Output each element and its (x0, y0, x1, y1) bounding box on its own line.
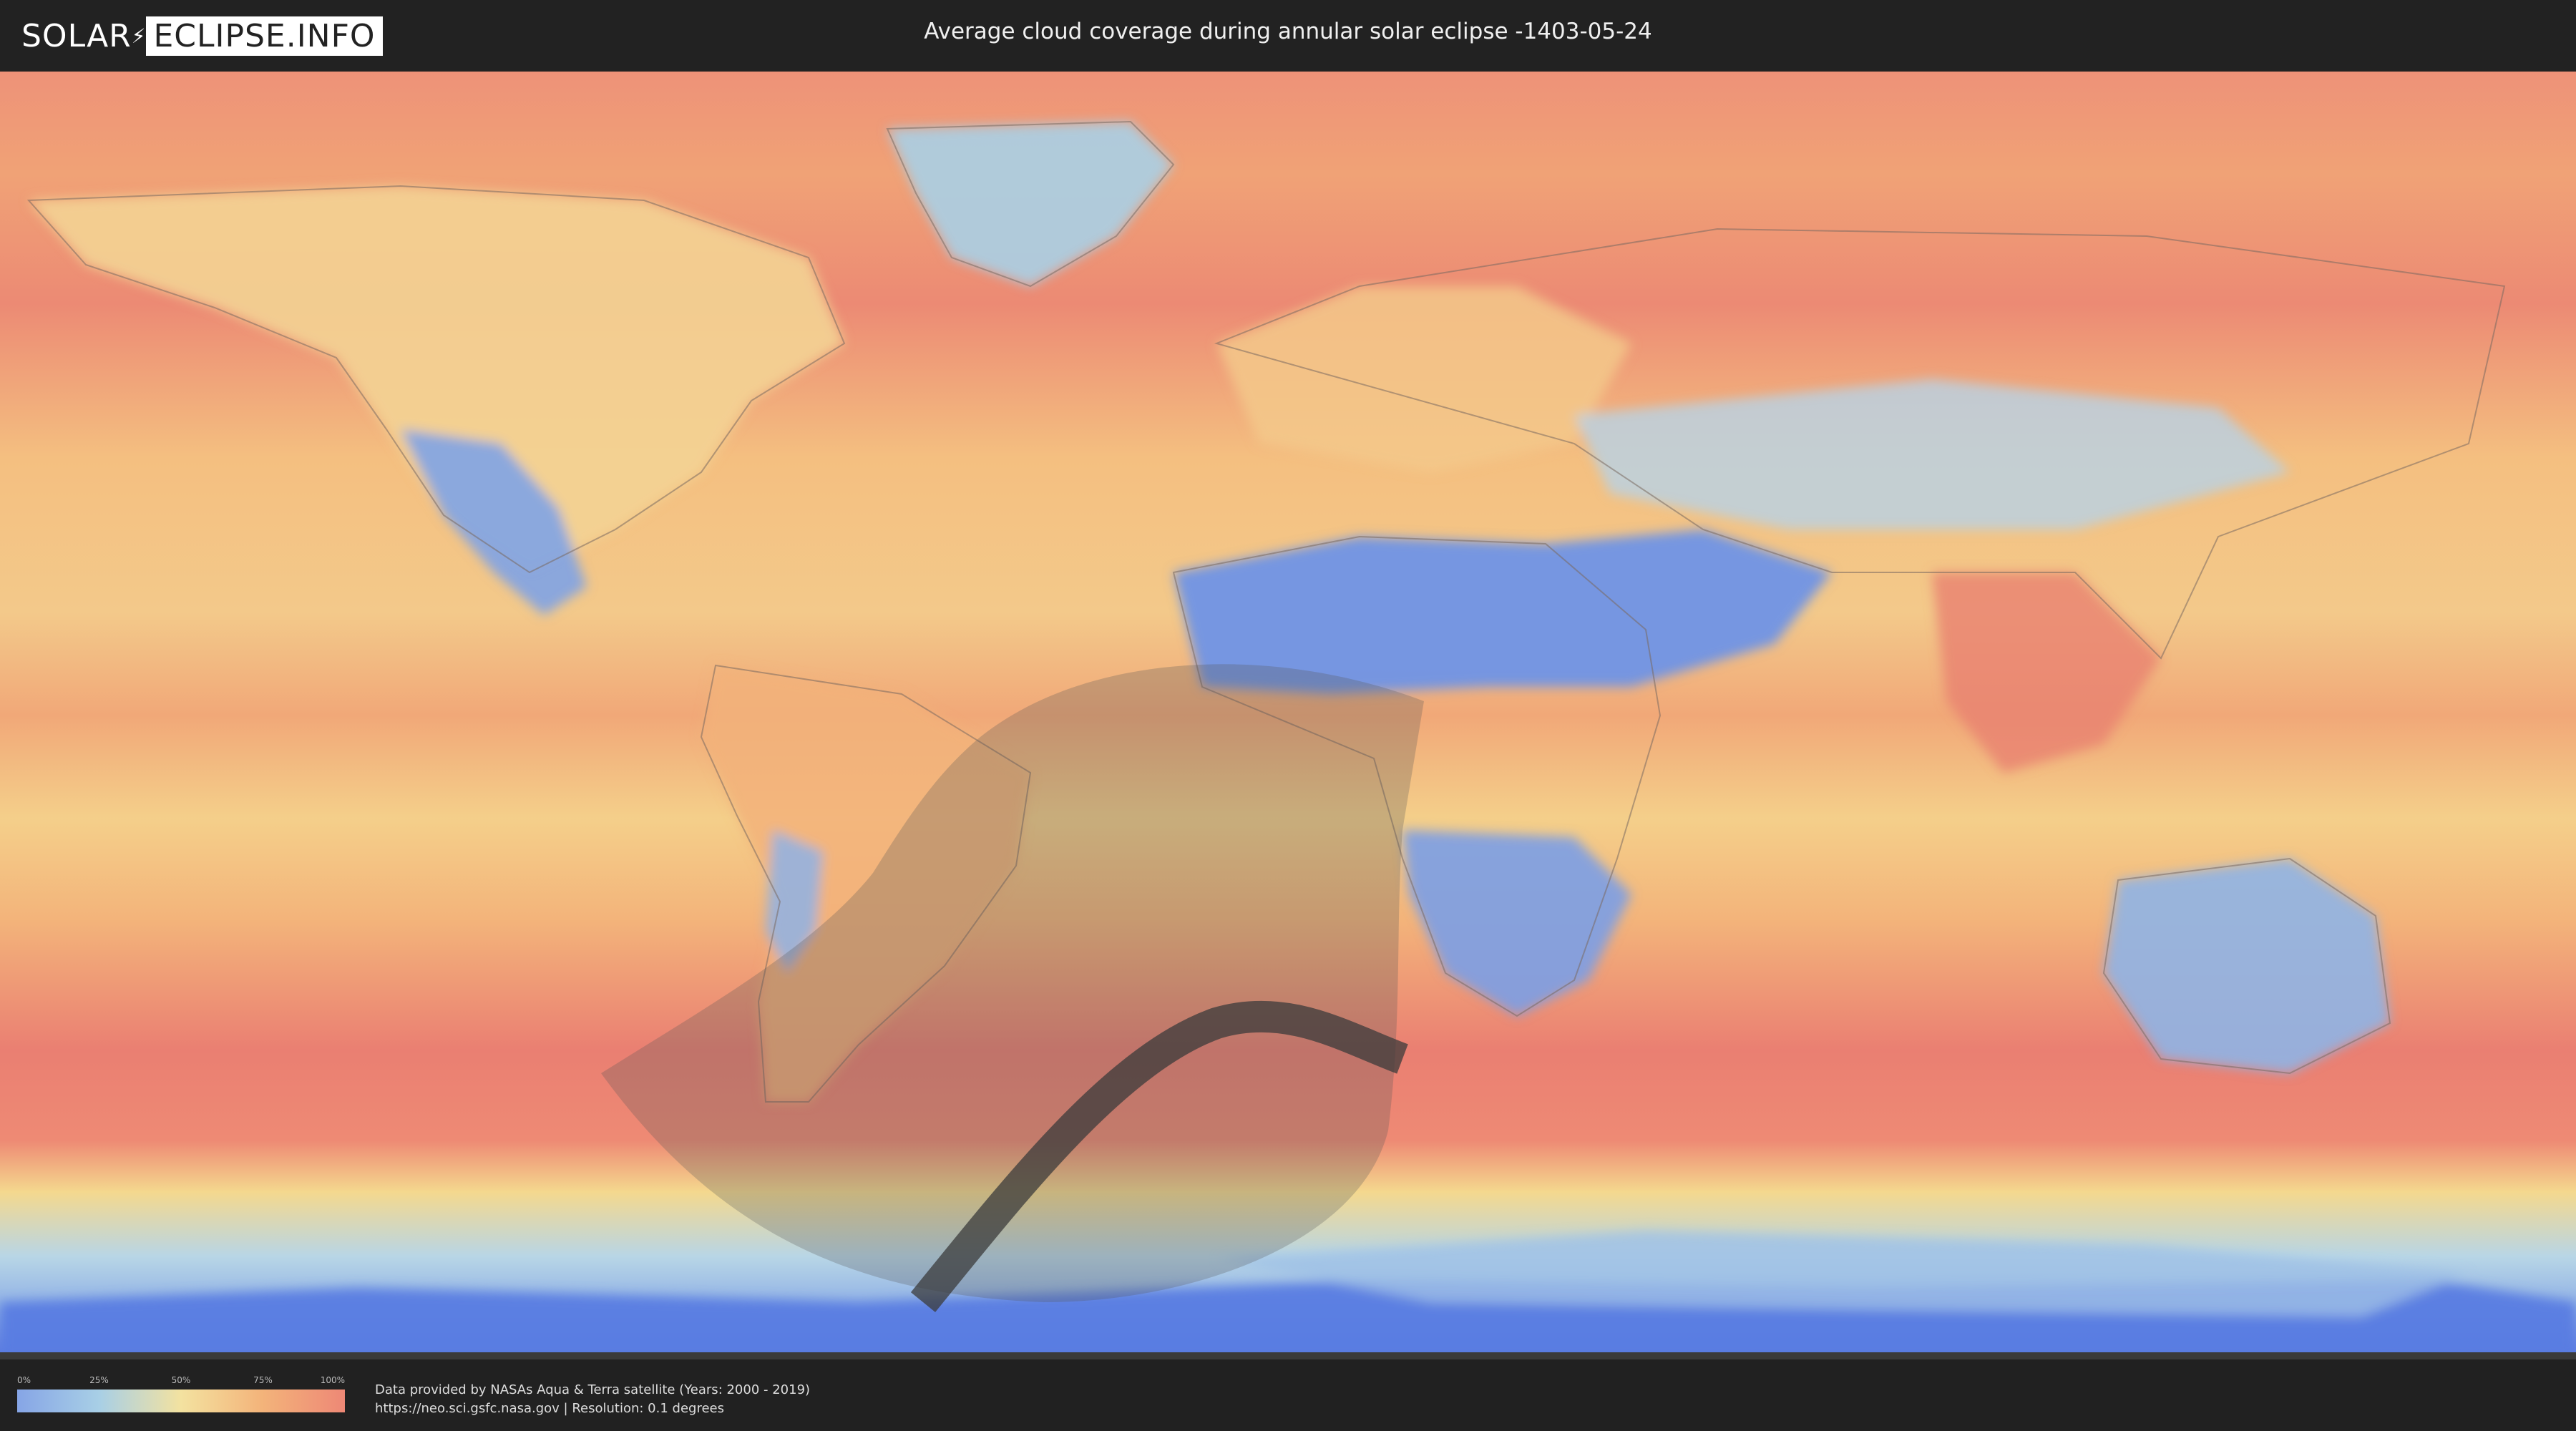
legend-tick-0: 0% (17, 1375, 31, 1385)
legend-color-bar (17, 1390, 345, 1412)
credits-line-url[interactable]: https://neo.sci.gsfc.nasa.gov | Resoluti… (375, 1400, 810, 1418)
cloud-coverage-legend: 0% 25% 50% 75% 100% (17, 1375, 345, 1412)
cloud-coverage-map[interactable] (0, 72, 2576, 1359)
world-map[interactable] (0, 72, 2576, 1359)
footer-bar: 0% 25% 50% 75% 100% Data provided by NAS… (0, 1359, 2576, 1431)
legend-tick-50: 50% (171, 1375, 191, 1385)
map-bottom-edge (0, 1352, 2576, 1359)
legend-tick-100: 100% (320, 1375, 345, 1385)
page-title: Average cloud coverage during annular so… (924, 19, 1652, 44)
credits-line-source: Data provided by NASAs Aqua & Terra sate… (375, 1382, 811, 1397)
legend-ticks: 0% 25% 50% 75% 100% (17, 1375, 345, 1387)
data-credits: Data provided by NASAs Aqua & Terra sate… (375, 1381, 810, 1418)
legend-tick-25: 25% (89, 1375, 109, 1385)
legend-tick-75: 75% (253, 1375, 273, 1385)
header-bar: SOLAR ⚡ ECLIPSE.INFO Average cloud cover… (0, 0, 2576, 72)
